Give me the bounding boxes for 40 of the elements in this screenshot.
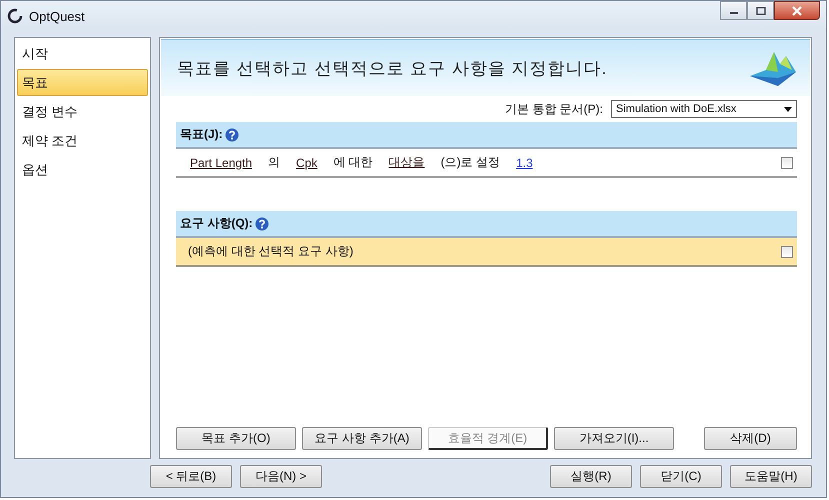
close-icon bbox=[791, 6, 803, 16]
value-link[interactable]: 1.3 bbox=[516, 156, 533, 170]
nav-button[interactable]: < 뒤로(B) bbox=[150, 465, 232, 488]
action-button[interactable]: 목표 추가(O) bbox=[176, 427, 296, 450]
sidebar-item[interactable]: 결정 변수 bbox=[17, 98, 148, 125]
dropdown-arrow-icon bbox=[784, 106, 792, 112]
maximize-button[interactable] bbox=[747, 1, 774, 20]
help-icon[interactable] bbox=[254, 216, 269, 230]
window-title: OptQuest bbox=[29, 8, 86, 24]
section-title: 요구 사항(Q): bbox=[180, 215, 253, 232]
dialog-button[interactable]: 도움말(H) bbox=[730, 465, 812, 488]
sidebar-item[interactable]: 제약 조건 bbox=[17, 127, 148, 154]
close-button[interactable] bbox=[774, 1, 820, 20]
checkbox[interactable] bbox=[781, 156, 793, 168]
section-title: 목표(J): bbox=[180, 126, 223, 143]
expression-link[interactable]: 대상을 bbox=[388, 154, 425, 171]
sidebar-item[interactable]: 목표 bbox=[17, 69, 148, 96]
page-heading: 목표를 선택하고 선택적으로 요구 사항을 지정합니다. bbox=[177, 58, 608, 80]
sidebar-item[interactable]: 시작 bbox=[17, 40, 148, 67]
requirement-text: (예측에 대한 선택적 요구 사항) bbox=[188, 243, 354, 260]
action-button[interactable]: 삭제(D) bbox=[704, 427, 797, 450]
requirement-row[interactable]: (예측에 대한 선택적 요구 사항) bbox=[176, 238, 797, 267]
action-button[interactable]: 요구 사항 추가(A) bbox=[302, 427, 422, 450]
action-button[interactable]: 가져오기(I)... bbox=[554, 427, 674, 450]
expression-text: (으)로 설정 bbox=[440, 154, 500, 171]
sidebar-item[interactable]: 옵션 bbox=[17, 156, 148, 183]
dialog-button[interactable]: 닫기(C) bbox=[640, 465, 722, 488]
nav-button[interactable]: 다음(N) > bbox=[240, 465, 322, 488]
workbook-dropdown[interactable]: Simulation with DoE.xlsx bbox=[611, 100, 797, 118]
app-logo-icon bbox=[7, 8, 23, 24]
expression-text: 에 대한 bbox=[333, 154, 373, 171]
maximize-icon bbox=[756, 6, 766, 14]
dialog-button[interactable]: 실행(R) bbox=[550, 465, 632, 488]
help-icon[interactable] bbox=[224, 128, 239, 142]
minimize-button[interactable] bbox=[720, 1, 747, 20]
expression-link[interactable]: Cpk bbox=[296, 156, 318, 170]
checkbox[interactable] bbox=[781, 246, 793, 258]
workbook-label: 기본 통합 문서(P): bbox=[505, 100, 603, 118]
expression-text: 의 bbox=[268, 154, 280, 171]
expression-link[interactable]: Part Length bbox=[190, 156, 252, 170]
